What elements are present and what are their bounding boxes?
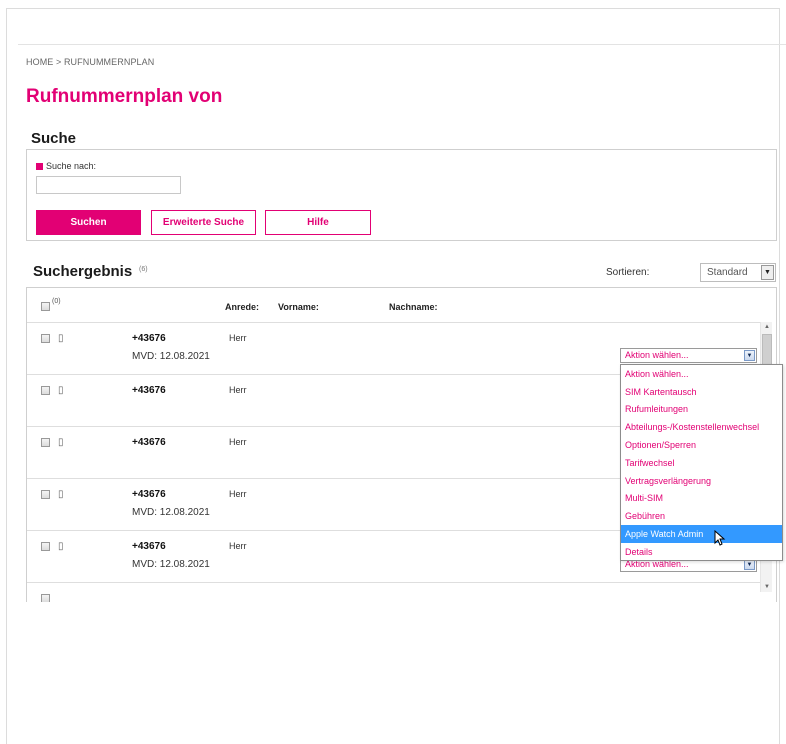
row-number: +43676 xyxy=(132,385,166,396)
phone-icon: ▯ xyxy=(58,541,64,552)
column-anrede: Anrede: xyxy=(225,302,260,312)
action-dropdown-menu[interactable]: Aktion wählen... SIM Kartentausch Rufuml… xyxy=(620,364,783,561)
scroll-down-icon[interactable]: ▼ xyxy=(761,582,773,592)
action-select-value: Aktion wählen... xyxy=(625,350,689,360)
row-checkbox[interactable] xyxy=(41,386,50,395)
row-checkbox[interactable] xyxy=(41,334,50,343)
row-checkbox[interactable] xyxy=(41,542,50,551)
menu-item-optionen-sperren[interactable]: Optionen/Sperren xyxy=(621,436,782,454)
row-anrede: Herr xyxy=(229,437,247,447)
help-button[interactable]: Hilfe xyxy=(265,210,371,235)
row-anrede: Herr xyxy=(229,489,247,499)
required-marker xyxy=(36,163,43,170)
select-all-checkbox[interactable] xyxy=(41,302,50,311)
column-nachname: Nachname: xyxy=(389,302,438,312)
menu-item-rufumleitungen[interactable]: Rufumleitungen xyxy=(621,401,782,419)
row-checkbox[interactable] xyxy=(41,490,50,499)
row-mvd: MVD: 12.08.2021 xyxy=(132,351,210,362)
action-select-row-1[interactable]: Aktion wählen... ▼ xyxy=(620,348,757,363)
menu-item-sim-kartentausch[interactable]: SIM Kartentausch xyxy=(621,383,782,401)
search-field-label: Suche nach: xyxy=(46,161,97,171)
row-number: +43676 xyxy=(132,437,166,448)
row-mvd: MVD: 12.08.2021 xyxy=(132,507,210,518)
breadcrumb[interactable]: HOME > RUFNUMMERNPLAN xyxy=(26,57,154,67)
menu-item-multi-sim[interactable]: Multi-SIM xyxy=(621,490,782,508)
scroll-up-icon[interactable]: ▲ xyxy=(761,322,773,332)
results-count: (6) xyxy=(139,266,148,273)
row-checkbox[interactable] xyxy=(41,438,50,447)
menu-item-apple-watch-admin[interactable]: Apple Watch Admin xyxy=(621,525,782,543)
phone-icon: ▯ xyxy=(58,333,64,344)
menu-item-tarifwechsel[interactable]: Tarifwechsel xyxy=(621,454,782,472)
table-row[interactable] xyxy=(27,582,760,602)
scroll-thumb[interactable] xyxy=(762,334,772,368)
selected-count: (0) xyxy=(52,298,61,305)
search-heading: Suche xyxy=(31,130,77,147)
row-anrede: Herr xyxy=(229,541,247,551)
chevron-down-icon[interactable]: ▼ xyxy=(744,350,755,361)
column-vorname: Vorname: xyxy=(278,302,319,312)
menu-item-details[interactable]: Details xyxy=(621,543,782,561)
sort-select-value: Standard xyxy=(707,267,748,278)
row-anrede: Herr xyxy=(229,385,247,395)
advanced-search-button[interactable]: Erweiterte Suche xyxy=(151,210,256,235)
chevron-down-icon[interactable]: ▼ xyxy=(761,265,774,280)
search-input[interactable] xyxy=(36,176,181,194)
phone-icon: ▯ xyxy=(58,437,64,448)
cursor-icon xyxy=(714,530,726,546)
row-mvd: MVD: 12.08.2021 xyxy=(132,559,210,570)
row-number: +43676 xyxy=(132,333,166,344)
menu-item-vertragsverlaengerung[interactable]: Vertragsverlängerung xyxy=(621,472,782,490)
page-title: Rufnummernplan von xyxy=(26,86,223,107)
results-heading: Suchergebnis xyxy=(33,263,133,280)
search-button[interactable]: Suchen xyxy=(36,210,141,235)
menu-item-aktion[interactable]: Aktion wählen... xyxy=(621,365,782,383)
menu-item-gebuehren[interactable]: Gebühren xyxy=(621,507,782,525)
row-number: +43676 xyxy=(132,541,166,552)
row-checkbox[interactable] xyxy=(41,594,50,602)
sort-select[interactable]: Standard ▼ xyxy=(700,263,776,282)
row-anrede: Herr xyxy=(229,333,247,343)
row-number: +43676 xyxy=(132,489,166,500)
sort-label: Sortieren: xyxy=(606,267,650,278)
header-divider xyxy=(18,44,786,45)
phone-icon: ▯ xyxy=(58,489,64,500)
phone-icon: ▯ xyxy=(58,385,64,396)
menu-item-abteilungswechsel[interactable]: Abteilungs-/Kostenstellenwechsel xyxy=(621,418,782,436)
